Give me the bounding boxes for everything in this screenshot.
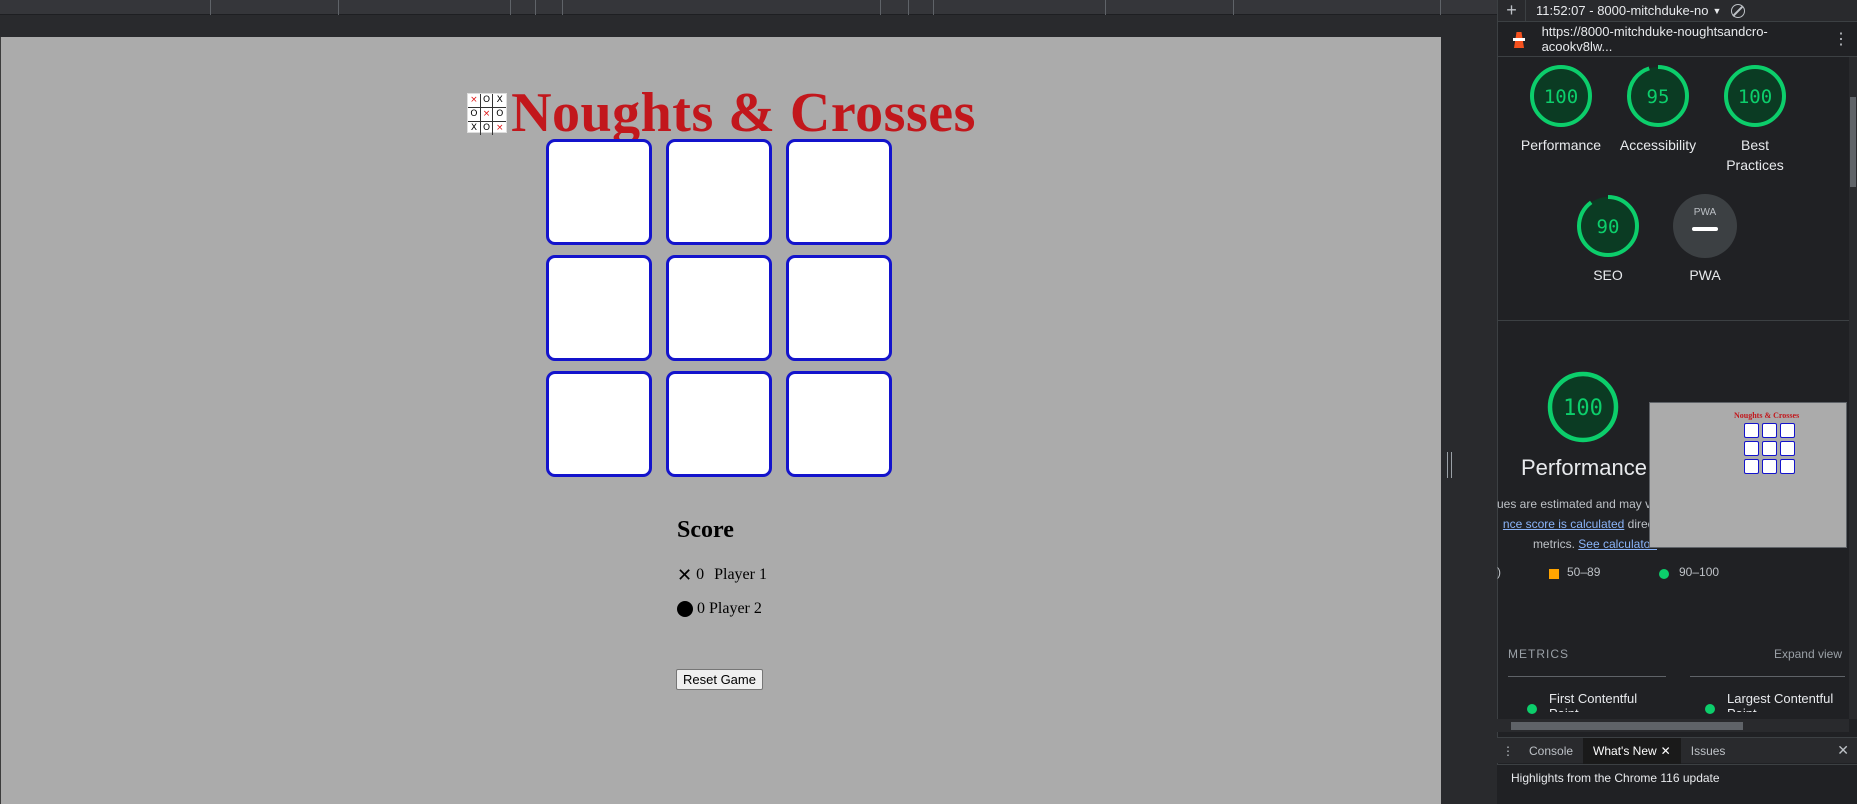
gauge-accessibility[interactable]: 95 Accessibility: [1608, 63, 1708, 155]
viewport-top-gap: [0, 15, 1497, 37]
board-cell[interactable]: [666, 255, 772, 361]
drawer-tabbar: ⋮ Console What's New ✕ Issues ✕: [1497, 737, 1857, 764]
score-gauges: 100 Performance 95 Accessibility 100 Bes…: [1498, 57, 1857, 321]
report-selector[interactable]: 11:52:07 - 8000-mitchduke-no: [1526, 3, 1708, 18]
page-title: Noughts & Crosses: [511, 82, 976, 144]
board-cell[interactable]: [546, 139, 652, 245]
scoreboard: Score ✕ 0 Player 1 0 Player 2: [677, 517, 767, 626]
player1-score: ✕ 0 Player 1: [677, 558, 767, 592]
metrics-heading: METRICS: [1508, 647, 1569, 661]
gauge-best-practices[interactable]: 100 Best Practices: [1705, 63, 1805, 175]
svg-text:PWA: PWA: [1694, 207, 1717, 218]
gauge-label: Accessibility: [1619, 137, 1697, 153]
gauge-label: Best Practices: [1726, 137, 1784, 173]
tab-whats-new[interactable]: What's New ✕: [1583, 737, 1681, 764]
reset-game-button[interactable]: Reset Game: [676, 669, 763, 690]
page-header: × O X O × O X O × Noughts & Crosses: [1, 81, 1441, 145]
browser-top-strip: [0, 0, 1497, 15]
player1-count: 0: [696, 566, 705, 583]
clear-icon[interactable]: [1731, 3, 1746, 18]
board-cell[interactable]: [786, 139, 892, 245]
drawer-menu-icon[interactable]: ⋮: [1497, 744, 1519, 758]
player1-label: Player 1: [714, 566, 767, 583]
tab-issues[interactable]: Issues: [1681, 738, 1736, 764]
new-report-icon[interactable]: +: [1498, 0, 1526, 21]
performance-note: ues are estimated and may va nce score i…: [1497, 497, 1657, 551]
cross-icon: ✕: [677, 564, 693, 586]
report-url-bar: https://8000-mitchduke-noughtsandcro-aco…: [1498, 22, 1857, 57]
board-cell[interactable]: [546, 371, 652, 477]
board-cell[interactable]: [666, 371, 772, 477]
gauge-label: SEO: [1593, 267, 1623, 283]
svg-text:90: 90: [1597, 216, 1620, 238]
board-cell[interactable]: [666, 139, 772, 245]
panel-gutter: [1441, 37, 1497, 804]
board-cell[interactable]: [546, 255, 652, 361]
lighthouse-icon: [1508, 28, 1530, 50]
score-heading: Score: [677, 517, 734, 543]
vertical-scrollbar[interactable]: [1849, 57, 1857, 719]
metric-lcp: Largest ContentfulPaint: [1705, 691, 1833, 714]
close-tab-icon: ✕: [1660, 743, 1671, 758]
gauge-label: Performance: [1520, 137, 1602, 153]
tic-tac-toe-logo-icon: × O X O × O X O ×: [467, 93, 508, 135]
screen: × O X O × O X O × Noughts & Crosses Score ✕ 0 …: [0, 0, 1857, 804]
page-thumbnail: Noughts & Crosses: [1649, 402, 1847, 548]
expand-view-button[interactable]: Expand view: [1774, 647, 1842, 661]
player2-label: Player 2: [709, 600, 762, 617]
lighthouse-toolbar: + 11:52:07 - 8000-mitchduke-no ▼: [1498, 0, 1857, 22]
chevron-down-icon[interactable]: ▼: [1712, 6, 1721, 16]
svg-text:95: 95: [1647, 86, 1670, 108]
game-board: [546, 139, 892, 477]
score-calculated-link[interactable]: nce score is calculated: [1503, 517, 1624, 531]
more-options-icon[interactable]: ⋮: [1833, 29, 1849, 49]
report-url[interactable]: https://8000-mitchduke-noughtsandcro-aco…: [1542, 24, 1833, 54]
gauge-label: PWA: [1689, 267, 1721, 283]
player2-count: 0: [697, 600, 705, 617]
nought-icon: [677, 601, 693, 617]
whats-new-content: Highlights from the Chrome 116 update: [1497, 764, 1857, 804]
player2-score: 0 Player 2: [677, 592, 767, 626]
see-calculator-link[interactable]: See calculator.: [1578, 537, 1657, 551]
average-square-icon: [1549, 569, 1559, 579]
tab-console[interactable]: Console: [1519, 738, 1583, 764]
metric-fcp: First ContentfulPaint: [1527, 691, 1637, 714]
svg-text:100: 100: [1563, 396, 1603, 421]
gauge-pwa[interactable]: PWA PWA: [1655, 193, 1755, 285]
gauge-seo[interactable]: 90 SEO: [1558, 193, 1658, 285]
resize-handle[interactable]: [1447, 452, 1452, 478]
board-cell[interactable]: [786, 255, 892, 361]
svg-text:100: 100: [1544, 86, 1578, 108]
horizontal-scrollbar[interactable]: [1497, 719, 1849, 732]
svg-text:100: 100: [1738, 86, 1772, 108]
performance-big-gauge: 100: [1546, 370, 1620, 449]
gauge-performance[interactable]: 100 Performance: [1511, 63, 1611, 155]
good-circle-icon: [1659, 569, 1669, 579]
performance-title: Performance: [1521, 455, 1647, 480]
board-cell[interactable]: [786, 371, 892, 477]
close-drawer-icon[interactable]: ✕: [1837, 742, 1849, 759]
